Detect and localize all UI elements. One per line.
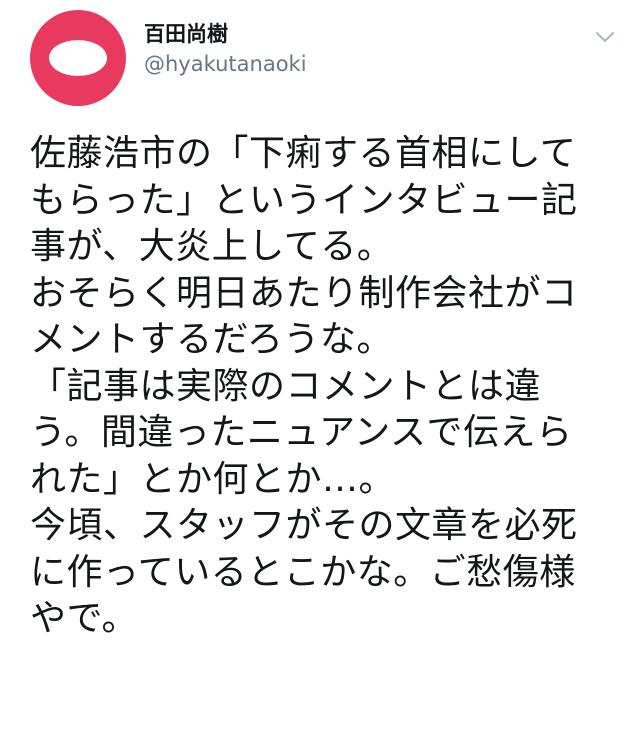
tweet-text-line: う。間違ったニュアンスで伝えら (30, 412, 573, 453)
display-name[interactable]: 百田尚樹 (144, 20, 307, 48)
tweet-header: 百田尚樹 @hyakutanaoki (22, 8, 622, 108)
tweet-card: 百田尚樹 @hyakutanaoki 佐藤浩市の「下痢する首相にして もらった」… (0, 0, 642, 744)
tweet-text-line: 今頃、スタッフがその文章を必死 (30, 505, 578, 546)
tweet-text: 佐藤浩市の「下痢する首相にして もらった」というインタビュー記 事が、大炎上して… (30, 131, 620, 643)
author-info: 百田尚樹 @hyakutanaoki (144, 20, 307, 80)
tweet-text-line: 事が、大炎上してる。 (30, 226, 394, 267)
tweet-text-line: に作っているとこかな。ご愁傷様 (30, 551, 576, 593)
tweet-text-line: もらった」というインタビュー記 (30, 179, 578, 221)
tweet-text-line: メントするだろうな。 (30, 319, 393, 360)
tweet-text-line: やで。 (30, 598, 139, 639)
avatar-oval-shape (49, 40, 107, 76)
username-handle[interactable]: @hyakutanaoki (144, 48, 307, 80)
tweet-text-line: おそらく明日あたり制作会社がコ (30, 272, 578, 314)
chevron-down-icon[interactable] (594, 26, 616, 48)
avatar[interactable] (30, 10, 126, 106)
tweet-text-line: れた」とか何とか…。 (30, 458, 396, 500)
tweet-text-line: 佐藤浩市の「下痢する首相にして (30, 133, 577, 174)
tweet-text-line: 「記事は実際のコメントとは違 (30, 365, 542, 407)
